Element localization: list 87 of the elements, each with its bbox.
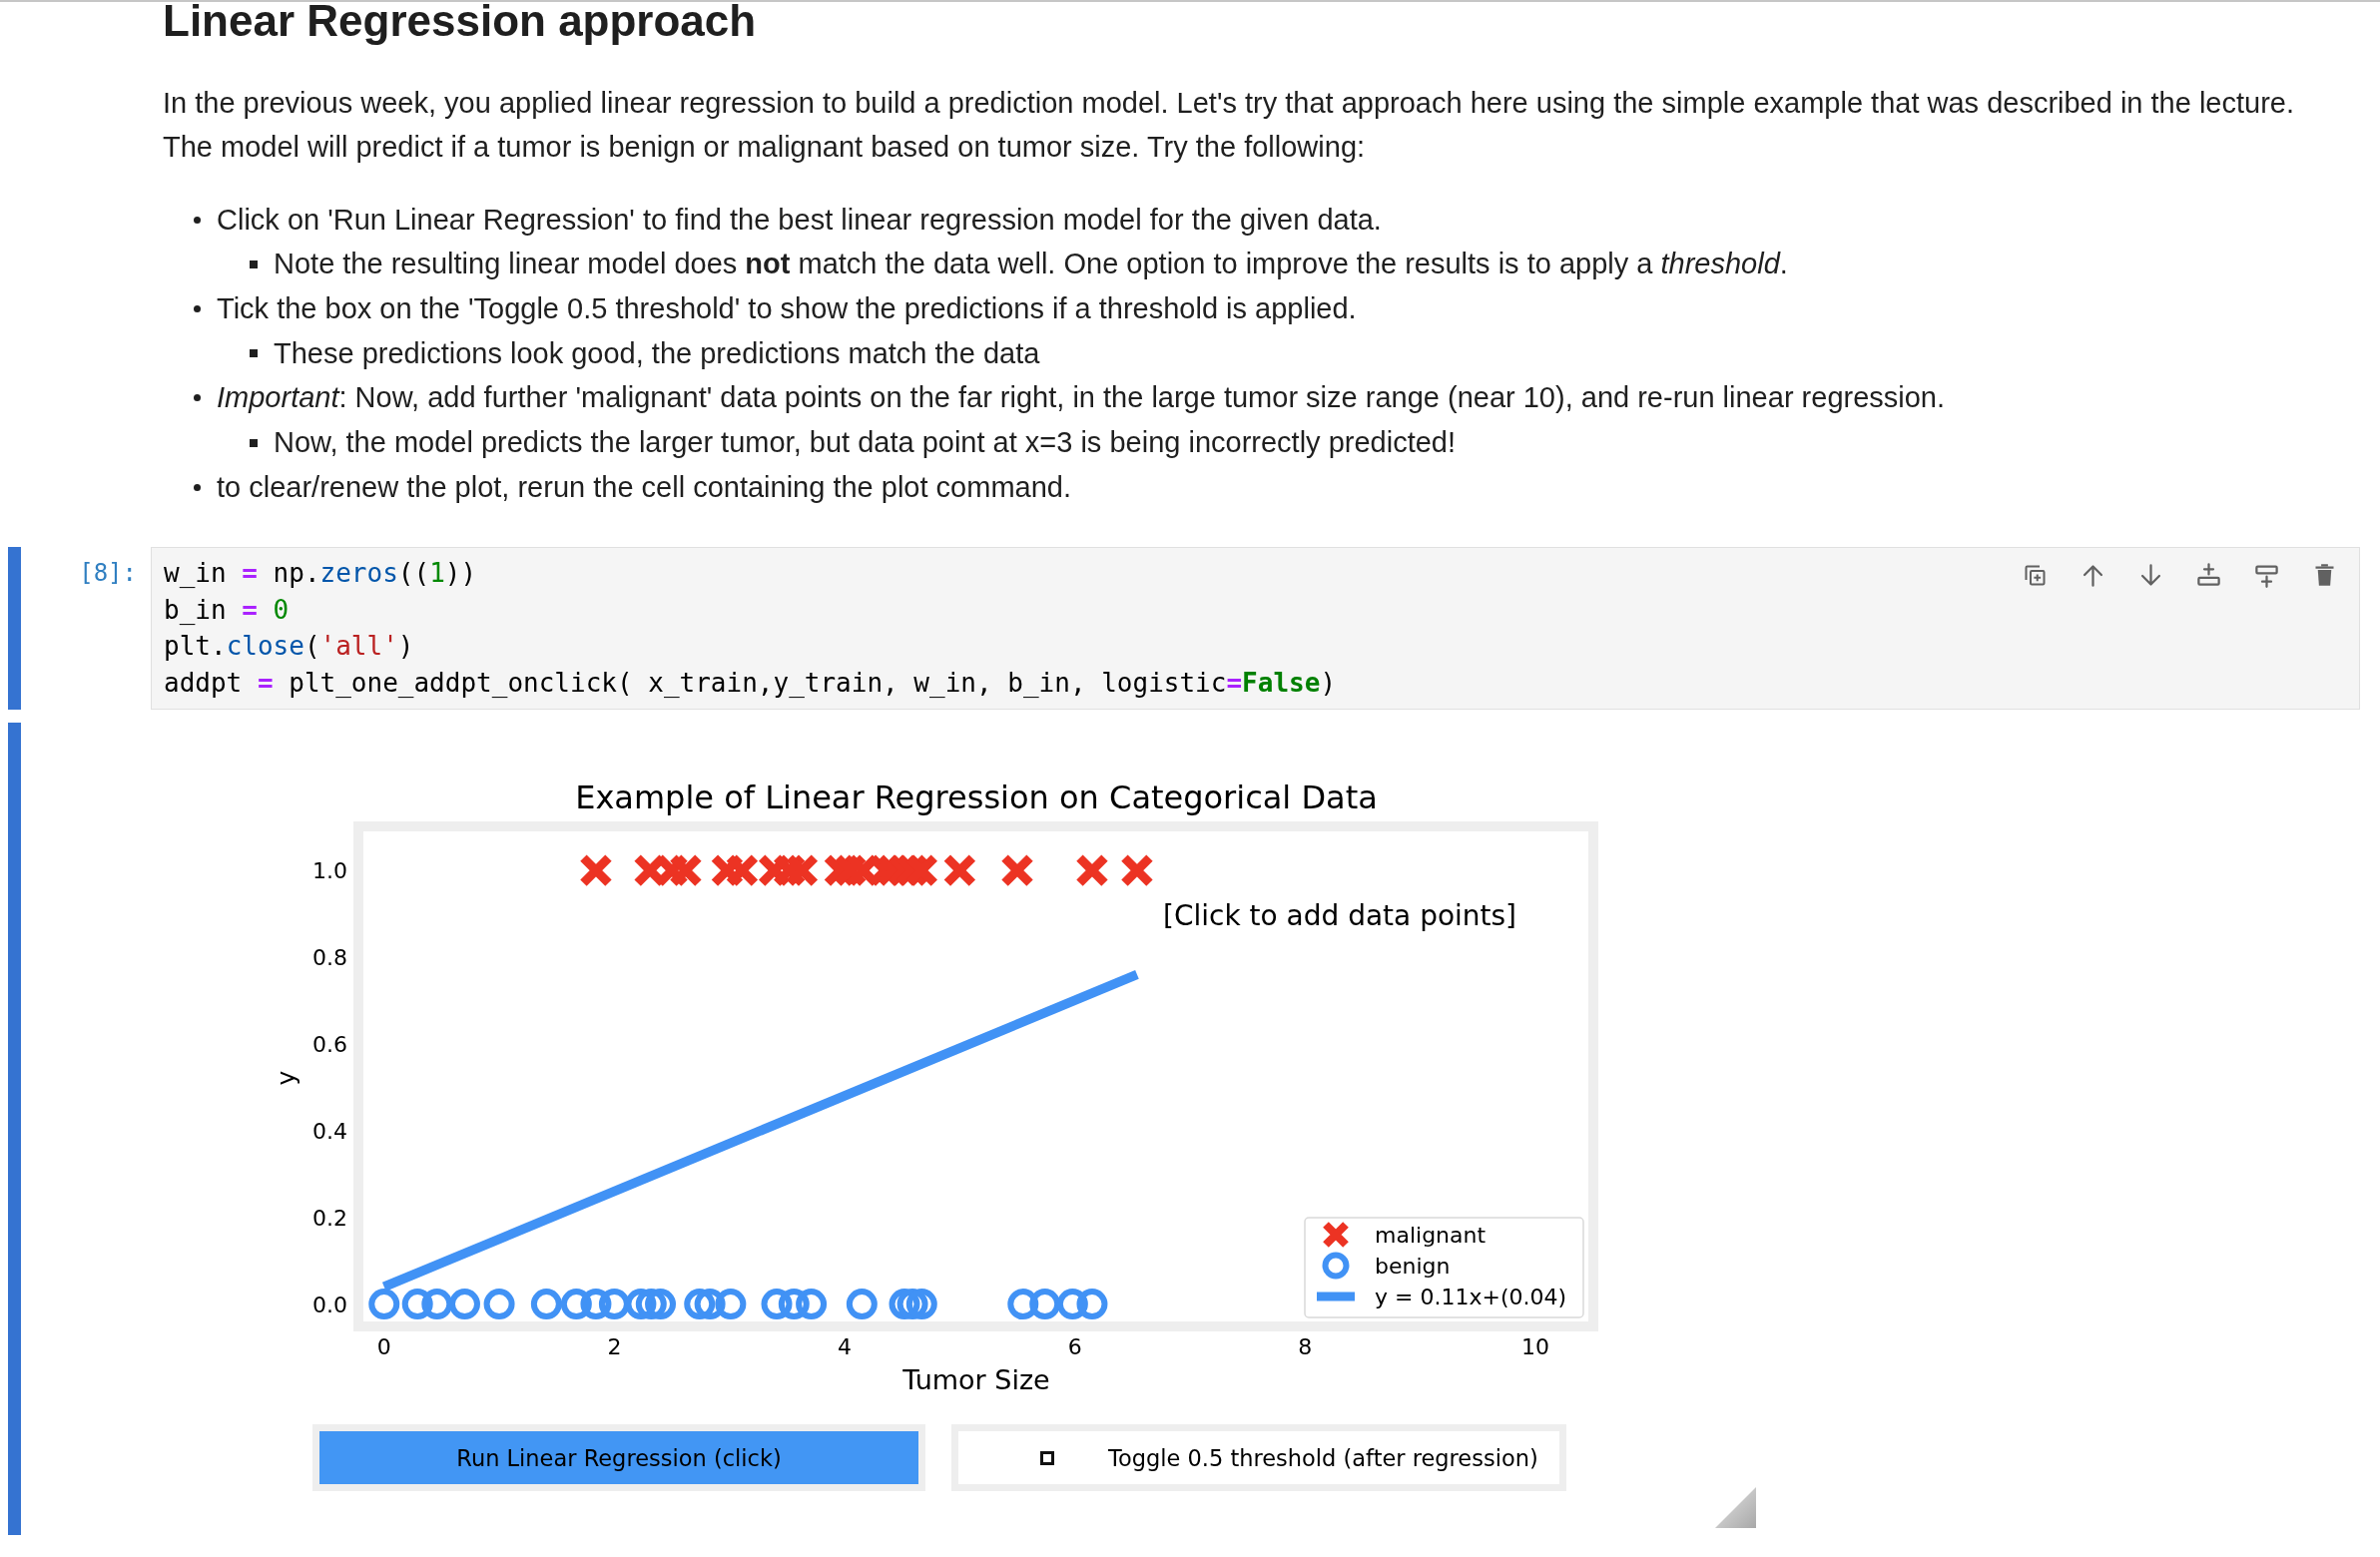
circle-data-point [694, 1289, 726, 1320]
circle-data-point [715, 1289, 747, 1320]
circle-data-point [598, 1289, 630, 1320]
section-heading: Linear Regression approach [163, 2, 757, 47]
cross-data-point [578, 853, 613, 888]
circle-data-point [625, 1289, 657, 1320]
cross-data-point [785, 853, 820, 888]
circle-data-point [449, 1289, 480, 1320]
circle-data-point [896, 1289, 928, 1320]
code-line: addpt = plt_one_addpt_onclick( x_train,y_train, w_in, b_in, logistic=False) [164, 667, 1337, 700]
circle-data-point [1056, 1289, 1088, 1320]
y-tick-label: 0.0 [312, 1293, 347, 1318]
cross-data-point [1119, 853, 1154, 888]
x-tick-label: 10 [1520, 1334, 1549, 1360]
legend-label: malignant [1375, 1223, 1487, 1249]
threshold-toggle[interactable]: Toggle 0.5 threshold (after regression) [951, 1424, 1566, 1492]
ring-marker-icon [1322, 1253, 1350, 1280]
square-bullet-icon [250, 438, 258, 447]
circle-data-point [401, 1289, 433, 1320]
circle-data-point [483, 1289, 515, 1320]
cross-data-point [772, 853, 807, 888]
intro-paragraph: In the previous week, you applied linear regression to build a prediction model. Let's try that approach here using the simple example that was described in the lecture. The model will predict if a tumor is benign or malignant based on tumor size. Try the following: [163, 86, 2296, 165]
circle-data-point [761, 1289, 793, 1320]
cross-data-point [1000, 853, 1034, 888]
y-tick-label: 0.2 [312, 1206, 347, 1232]
y-tick-label: 0.6 [312, 1032, 347, 1058]
bullet-dot-icon [194, 483, 201, 491]
legend-label: benign [1375, 1254, 1451, 1280]
circle-data-point [796, 1289, 828, 1320]
circle-data-point [530, 1289, 562, 1320]
y-axis-label: y [271, 1071, 300, 1086]
circle-data-point [645, 1289, 676, 1320]
cross-data-point [942, 853, 977, 888]
x-tick-label: 4 [838, 1334, 853, 1360]
y-tick-label: 1.0 [312, 858, 347, 884]
bullet-dot-icon [194, 216, 201, 224]
square-bullet-icon [250, 260, 258, 268]
x-tick-label: 0 [376, 1334, 391, 1360]
x-tick-label: 8 [1298, 1334, 1313, 1360]
y-tick-label: 0.8 [312, 945, 347, 971]
cross-data-point [833, 853, 868, 888]
bullet-text: Tick the box on the 'Toggle 0.5 threshold' to show the predictions if a threshold is applied. [217, 292, 1357, 326]
circle-data-point [580, 1289, 612, 1320]
line-swatch-icon [1317, 1293, 1355, 1301]
bullet-text: Note the resulting linear model does not match the data well. One option to improve the results is to apply a threshold. [274, 248, 1788, 281]
cross-data-point [668, 853, 703, 888]
circle-data-point [905, 1289, 937, 1320]
x-axis-label: Tumor Size [902, 1364, 1050, 1396]
legend-label: y = 0.11x+(0.04) [1375, 1285, 1567, 1310]
code-line: w_in = np.zeros((1)) [164, 557, 477, 591]
square-bullet-icon [250, 349, 258, 358]
bullet-text: Important: Now, add further 'malignant' data points on the far right, in the large tumor size range (near 10), and re-run linear regression. [217, 381, 1946, 415]
code-editor[interactable]: w_in = np.zeros((1)) b_in = 0 plt.close('all') addpt = plt_one_addpt_onclick( x_train,y_train, w_in, b_in, logistic=False) [151, 547, 2360, 711]
code-line: plt.close('all') [164, 630, 414, 664]
resize-handle-icon[interactable] [1715, 1487, 1756, 1529]
x-tick-label: 2 [607, 1334, 622, 1360]
cross-data-point [710, 853, 745, 888]
bullet-text: Now, the model predicts the larger tumor, but data point at x=3 is being incorrectly predicted! [274, 426, 1456, 459]
circle-data-point [1029, 1289, 1061, 1320]
circle-data-point [635, 1289, 667, 1320]
circle-data-point [889, 1289, 920, 1320]
bullet-text: Click on 'Run Linear Regression' to find the best linear regression model for the given data. [217, 203, 1382, 237]
circle-data-point [368, 1289, 400, 1320]
bullet-dot-icon [194, 394, 201, 402]
click-hint-text: [Click to add data points] [1163, 899, 1517, 932]
x-tick-label: 6 [1067, 1334, 1082, 1360]
cross-data-point [904, 853, 939, 888]
circle-data-point [560, 1289, 592, 1320]
chart-title: Example of Linear Regression on Categorical Data [575, 778, 1378, 817]
code-line: b_in = 0 [164, 594, 290, 627]
bullet-dot-icon [194, 305, 201, 313]
circle-data-point [684, 1289, 716, 1320]
bullet-text: to clear/renew the plot, rerun the cell containing the plot command. [217, 470, 1071, 504]
cross-marker-icon [1322, 1221, 1350, 1250]
cell-prompt: [8]: [79, 558, 137, 590]
circle-data-point [778, 1289, 810, 1320]
checkbox[interactable] [1040, 1451, 1054, 1465]
cross-data-point [725, 853, 760, 888]
bullet-text: These predictions look good, the predictions match the data [274, 336, 1040, 370]
add-below-icon[interactable] [2253, 562, 2280, 590]
circle-data-point [1076, 1289, 1108, 1320]
circle-data-point [846, 1289, 878, 1320]
circle-data-point [1007, 1289, 1039, 1320]
circle-data-point [421, 1289, 453, 1320]
y-tick-label: 0.4 [312, 1119, 347, 1145]
run-regression-button[interactable]: Run Linear Regression (click) [312, 1424, 925, 1492]
cross-data-point [1074, 853, 1109, 888]
